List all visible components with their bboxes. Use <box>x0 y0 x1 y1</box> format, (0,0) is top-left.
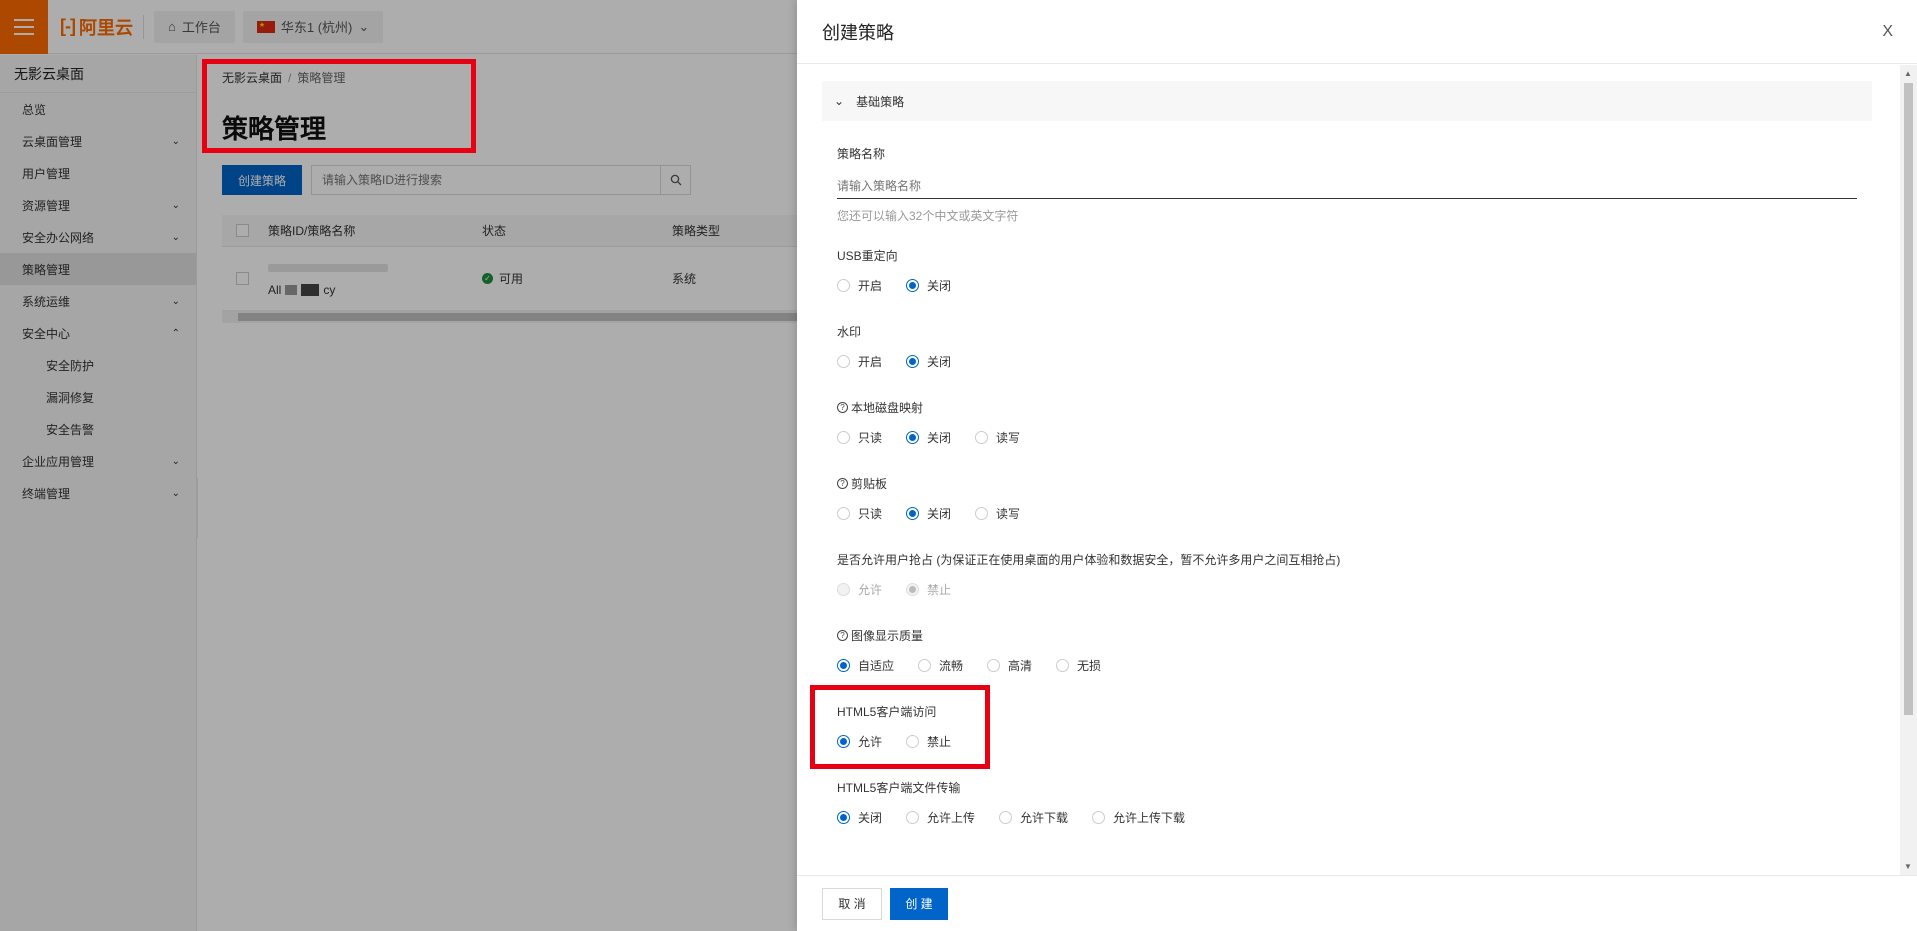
image-quality-radio-group: 自适应 流畅 高清 无损 <box>837 657 1125 674</box>
watermark-radio-group: 开启 关闭 <box>837 353 975 370</box>
radio-icon <box>1092 811 1106 824</box>
clipboard-radio-readwrite[interactable]: 读写 <box>975 505 1020 522</box>
help-icon[interactable]: ? <box>837 402 848 413</box>
radio-label: 关闭 <box>927 431 952 445</box>
field-label-text: 本地磁盘映射 <box>851 401 924 415</box>
radio-icon <box>837 507 850 520</box>
radio-label: 只读 <box>858 507 883 521</box>
radio-label: 流畅 <box>939 659 964 673</box>
clipboard-radio-readonly[interactable]: 只读 <box>837 505 882 522</box>
radio-label: 关闭 <box>927 507 952 521</box>
radio-label: 禁止 <box>927 583 952 597</box>
close-icon[interactable]: X <box>1882 23 1893 41</box>
usb-radio-off[interactable]: 关闭 <box>906 277 951 294</box>
clipboard-label: ? 剪贴板 <box>837 475 887 492</box>
policy-name-input[interactable] <box>837 173 1857 199</box>
radio-label: 允许上传下载 <box>1113 811 1186 825</box>
usb-redirect-label: USB重定向 <box>837 249 898 263</box>
preempt-radio-group: 允许 禁止 <box>837 581 975 598</box>
preempt-radio-allow: 允许 <box>837 581 882 598</box>
radio-icon <box>975 507 989 520</box>
usb-redirect-radio-group: 开启 关闭 <box>837 277 975 294</box>
create-policy-drawer: 创建策略 X ⌄ 基础策略 策略名称 您还可以输入32个中文或英文字符 USB重… <box>797 0 1917 931</box>
quality-radio-hd[interactable]: 高清 <box>987 657 1032 674</box>
radio-label: 自适应 <box>858 659 895 673</box>
radio-icon <box>987 659 1001 672</box>
radio-icon <box>918 659 932 672</box>
watermark-radio-off[interactable]: 关闭 <box>906 353 951 370</box>
radio-label: 关闭 <box>927 279 952 293</box>
radio-label: 允许上传 <box>927 811 976 825</box>
preempt-radio-deny: 禁止 <box>906 581 951 598</box>
radio-icon <box>1056 659 1070 672</box>
radio-selected-icon <box>906 507 920 520</box>
radio-label: 只读 <box>858 431 883 445</box>
radio-selected-icon <box>906 431 920 444</box>
radio-icon <box>837 355 850 368</box>
transfer-radio-upload-download[interactable]: 允许上传下载 <box>1092 809 1185 826</box>
radio-icon <box>906 811 920 824</box>
radio-selected-icon <box>906 355 920 368</box>
usb-radio-on[interactable]: 开启 <box>837 277 882 294</box>
vertical-scrollbar[interactable]: ▲ ▼ <box>1900 65 1917 875</box>
radio-selected-icon <box>837 659 850 672</box>
scroll-down-icon[interactable]: ▼ <box>1904 862 1912 871</box>
radio-label: 允许下载 <box>1020 811 1069 825</box>
quality-radio-lossless[interactable]: 无损 <box>1056 657 1101 674</box>
section-title: 基础策略 <box>856 94 905 109</box>
drawer-header: 创建策略 X <box>797 0 1917 64</box>
preempt-label: 是否允许用户抢占 (为保证正在使用桌面的用户体验和数据安全，暂不允许多用户之间互… <box>837 553 1341 567</box>
scroll-up-icon[interactable]: ▲ <box>1904 69 1912 78</box>
help-icon[interactable]: ? <box>837 478 848 489</box>
scrollbar-thumb[interactable] <box>1904 83 1913 715</box>
image-quality-label: ? 图像显示质量 <box>837 627 923 644</box>
policy-name-hint: 您还可以输入32个中文或英文字符 <box>837 209 1019 223</box>
field-label-text: 图像显示质量 <box>851 629 924 643</box>
radio-icon <box>837 431 850 444</box>
transfer-radio-download[interactable]: 允许下载 <box>999 809 1068 826</box>
drawer-title: 创建策略 <box>822 22 894 43</box>
highlight-box-html5-access <box>810 685 990 769</box>
radio-icon <box>837 583 850 596</box>
radio-icon <box>999 811 1013 824</box>
radio-label: 读写 <box>996 431 1021 445</box>
watermark-radio-on[interactable]: 开启 <box>837 353 882 370</box>
radio-label: 开启 <box>858 355 883 369</box>
cancel-button[interactable]: 取 消 <box>822 887 882 920</box>
disk-radio-readonly[interactable]: 只读 <box>837 429 882 446</box>
transfer-radio-upload[interactable]: 允许上传 <box>906 809 975 826</box>
quality-radio-smooth[interactable]: 流畅 <box>918 657 963 674</box>
radio-selected-icon <box>837 811 850 824</box>
radio-label: 开启 <box>858 279 883 293</box>
drawer-footer: 取 消 创 建 <box>797 875 1917 931</box>
radio-selected-icon <box>906 279 920 292</box>
chevron-down-icon: ⌄ <box>834 94 845 108</box>
disk-mapping-radio-group: 只读 关闭 读写 <box>837 429 1044 446</box>
radio-selected-icon <box>906 583 920 596</box>
radio-label: 无损 <box>1077 659 1102 673</box>
quality-radio-adaptive[interactable]: 自适应 <box>837 657 894 674</box>
radio-label: 读写 <box>996 507 1021 521</box>
radio-label: 关闭 <box>927 355 952 369</box>
policy-name-label: 策略名称 <box>837 147 886 161</box>
disk-mapping-label: ? 本地磁盘映射 <box>837 399 923 416</box>
html5-transfer-radio-group: 关闭 允许上传 允许下载 允许上传下载 <box>837 809 1209 826</box>
radio-label: 高清 <box>1008 659 1033 673</box>
create-button[interactable]: 创 建 <box>890 887 948 920</box>
radio-label: 允许 <box>858 583 883 597</box>
watermark-label: 水印 <box>837 325 862 339</box>
basic-policy-section-header[interactable]: ⌄ 基础策略 <box>822 81 1872 121</box>
transfer-radio-off[interactable]: 关闭 <box>837 809 882 826</box>
radio-icon <box>975 431 989 444</box>
disk-radio-off[interactable]: 关闭 <box>906 429 951 446</box>
disk-radio-readwrite[interactable]: 读写 <box>975 429 1020 446</box>
radio-icon <box>837 279 850 292</box>
html5-transfer-label: HTML5客户端文件传输 <box>837 781 961 795</box>
highlight-box-page-title <box>202 59 476 153</box>
help-icon[interactable]: ? <box>837 630 848 641</box>
clipboard-radio-group: 只读 关闭 读写 <box>837 505 1044 522</box>
field-label-text: 剪贴板 <box>851 477 888 491</box>
radio-label: 关闭 <box>858 811 883 825</box>
clipboard-radio-off[interactable]: 关闭 <box>906 505 951 522</box>
